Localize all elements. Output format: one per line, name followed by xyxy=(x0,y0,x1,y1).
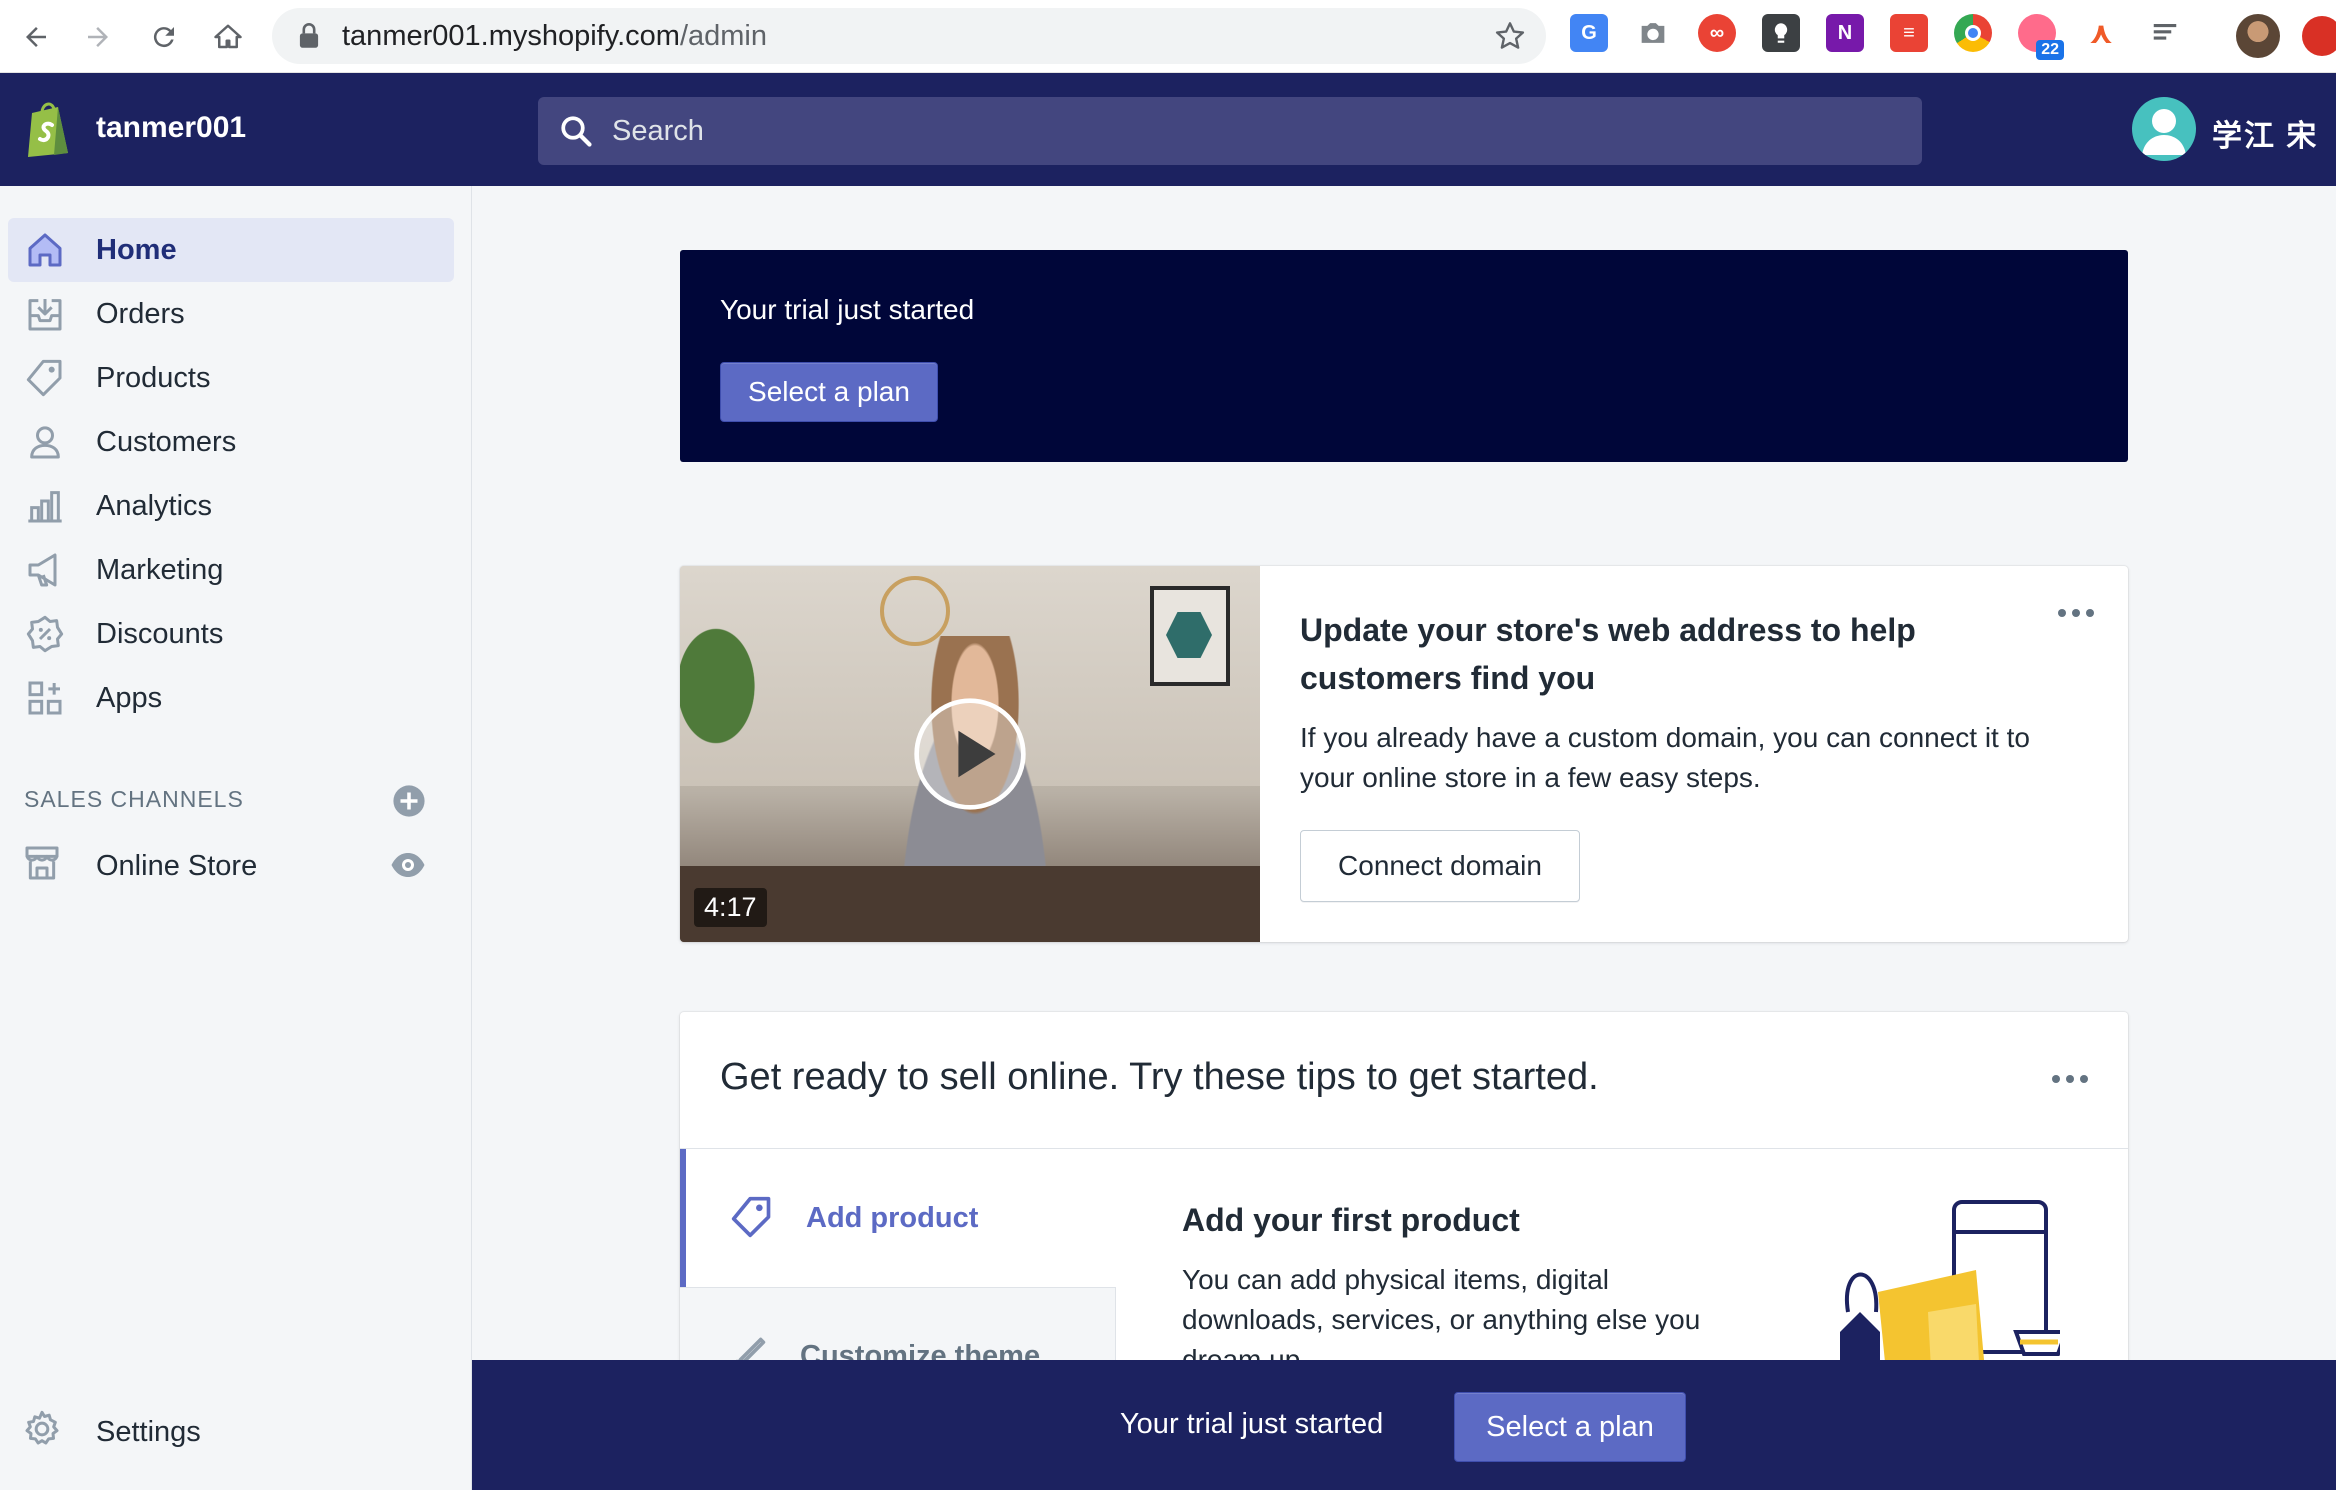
video-thumbnail[interactable]: 4:17 xyxy=(680,566,1260,942)
camera-extension-icon[interactable] xyxy=(1634,14,1672,52)
sidebar-item-home[interactable]: Home xyxy=(8,218,454,282)
sidebar-item-label: Products xyxy=(96,361,211,394)
domain-card: 4:17 Update your store's web address to … xyxy=(680,566,2128,942)
home-icon xyxy=(22,227,68,273)
tip-content-title: Add your first product xyxy=(1182,1202,1520,1238)
translate-extension-icon[interactable]: G xyxy=(1570,14,1608,52)
plant-shape xyxy=(680,606,770,766)
sidebar-item-label: Online Store xyxy=(96,849,258,882)
reload-button[interactable] xyxy=(132,0,196,73)
search-placeholder: Search xyxy=(612,114,704,147)
sales-channels-header: SALES CHANNELS xyxy=(24,786,244,812)
extensions-tray: G ∞ N ≡ 22 ⋏ xyxy=(1570,14,2184,60)
sidebar-item-label: Settings xyxy=(96,1415,201,1448)
bar-chart-icon xyxy=(22,483,68,529)
trial-banner-text: Your trial just started xyxy=(720,294,975,325)
sidebar-item-label: Analytics xyxy=(96,489,213,522)
sidebar-item-label: Apps xyxy=(96,681,163,714)
url-path: /admin xyxy=(679,19,767,52)
infinity-extension-icon[interactable]: ∞ xyxy=(1698,14,1736,52)
gear-icon xyxy=(22,1409,68,1455)
shop-name[interactable]: tanmer001 xyxy=(96,111,246,145)
sidebar-item-apps[interactable]: Apps xyxy=(8,666,454,730)
house-icon xyxy=(214,24,242,48)
tag-icon xyxy=(730,1195,776,1241)
extension-badge-count: 22 xyxy=(2036,40,2064,60)
bookmark-star-icon[interactable] xyxy=(1494,20,1526,52)
play-button-icon[interactable] xyxy=(912,696,1028,812)
sidebar-item-orders[interactable]: Orders xyxy=(8,282,454,346)
sidebar-item-label: Orders xyxy=(96,297,185,330)
admin-topbar: tanmer001 Search 学江 宋 xyxy=(0,73,2336,186)
select-plan-bottom-button[interactable]: Select a plan xyxy=(1454,1392,1686,1462)
home-page-button[interactable] xyxy=(196,0,260,73)
eye-icon[interactable] xyxy=(390,850,426,880)
back-arrow-icon xyxy=(26,26,46,47)
person-avatar-icon xyxy=(2142,109,2186,155)
reader-extension-icon[interactable] xyxy=(2146,14,2184,52)
browser-profile-avatar[interactable] xyxy=(2236,14,2280,58)
domain-card-title: Update your store's web address to help … xyxy=(1300,612,1916,696)
browser-toolbar: tanmer001.myshopify.com/admin G ∞ N ≡ 22… xyxy=(0,0,2336,73)
chrome-color-extension-icon[interactable] xyxy=(1954,14,1992,52)
sidebar-item-label: Customers xyxy=(96,425,237,458)
lock-icon xyxy=(299,23,319,48)
user-name[interactable]: 学江 宋 xyxy=(2212,111,2318,155)
connect-domain-button[interactable]: Connect domain xyxy=(1300,830,1580,902)
red-extension-icon[interactable] xyxy=(2302,16,2336,56)
domain-card-description: If you already have a custom domain, you… xyxy=(1300,722,2030,793)
tab-label: Add product xyxy=(806,1201,979,1234)
admin-search-input[interactable]: Search xyxy=(538,97,1922,165)
forward-arrow-icon xyxy=(88,26,108,47)
onenote-extension-icon[interactable]: N xyxy=(1826,14,1864,52)
reload-icon xyxy=(153,26,174,47)
sidebar-item-settings[interactable]: Settings xyxy=(8,1400,454,1464)
sidebar-item-label: Marketing xyxy=(96,553,224,586)
sidebar-item-marketing[interactable]: Marketing xyxy=(8,538,454,602)
sidebar-item-label: Home xyxy=(96,233,177,266)
sidebar-item-products[interactable]: Products xyxy=(8,346,454,410)
chat-extension-icon[interactable]: 22 xyxy=(2018,14,2064,60)
sidebar-item-discounts[interactable]: Discounts xyxy=(8,602,454,666)
notes-extension-icon[interactable]: ≡ xyxy=(1890,14,1928,52)
more-actions-icon[interactable] xyxy=(2056,606,2096,620)
sidebar-item-analytics[interactable]: Analytics xyxy=(8,474,454,538)
sidebar-item-customers[interactable]: Customers xyxy=(8,410,454,474)
address-bar[interactable]: tanmer001.myshopify.com/admin xyxy=(272,8,1546,64)
bottom-bar-text: Your trial just started xyxy=(1120,1408,1384,1440)
storefront-icon xyxy=(22,843,68,889)
inbox-icon xyxy=(22,291,68,337)
back-button[interactable] xyxy=(4,0,68,73)
trial-bottom-bar: Your trial just started Select a plan xyxy=(472,1360,2336,1490)
lightbulb-extension-icon[interactable] xyxy=(1762,14,1800,52)
megaphone-icon xyxy=(22,547,68,593)
user-avatar[interactable] xyxy=(2132,97,2196,161)
desk-shape xyxy=(680,866,1260,942)
forward-button[interactable] xyxy=(66,0,130,73)
trial-banner: Your trial just started Select a plan xyxy=(680,250,2128,462)
tips-card-title: Get ready to sell online. Try these tips… xyxy=(720,1056,1599,1098)
video-duration: 4:17 xyxy=(694,888,767,927)
select-plan-button[interactable]: Select a plan xyxy=(720,362,938,422)
discount-badge-icon xyxy=(22,611,68,657)
shopify-bag-logo-icon xyxy=(28,102,68,157)
more-actions-icon[interactable] xyxy=(2050,1072,2090,1086)
apps-grid-icon xyxy=(22,675,68,721)
arrow-extension-icon[interactable]: ⋏ xyxy=(2082,14,2120,52)
sidebar-item-label: Discounts xyxy=(96,617,224,650)
tab-add-product[interactable]: Add product xyxy=(680,1149,1116,1287)
url-host: tanmer001.myshopify.com xyxy=(342,19,680,52)
tag-icon xyxy=(22,355,68,401)
admin-sidebar: Home Orders Products Customers Analytics… xyxy=(0,186,472,1490)
person-icon xyxy=(22,419,68,465)
search-icon xyxy=(561,116,592,147)
add-sales-channel-icon[interactable] xyxy=(392,784,426,818)
sidebar-item-online-store[interactable]: Online Store xyxy=(8,834,454,898)
